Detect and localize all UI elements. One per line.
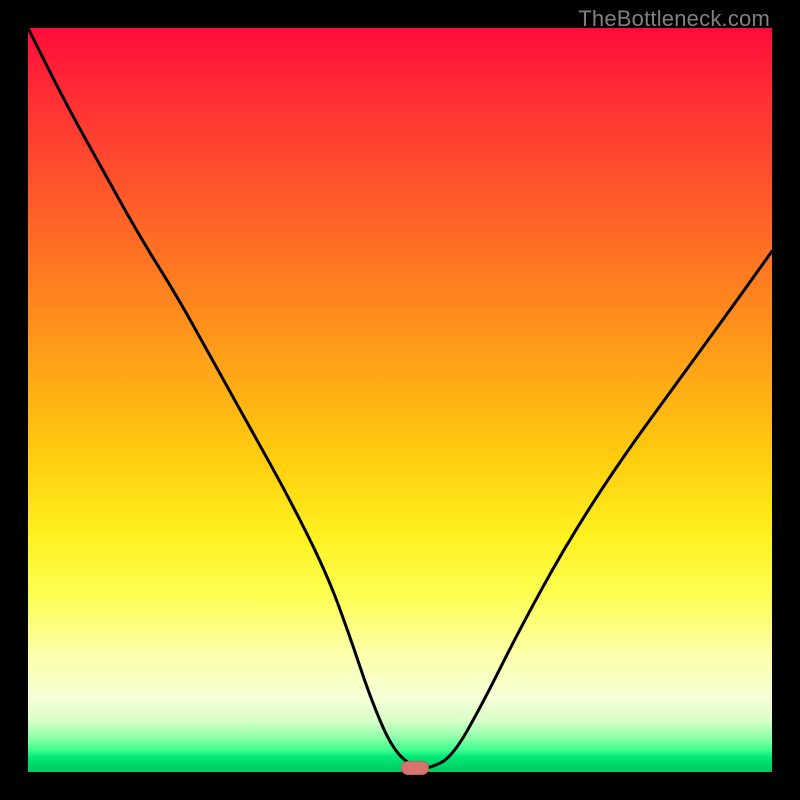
chart-frame: TheBottleneck.com xyxy=(0,0,800,800)
plot-area xyxy=(28,28,772,772)
optimal-marker xyxy=(401,761,429,775)
watermark-text: TheBottleneck.com xyxy=(578,6,770,32)
bottleneck-curve xyxy=(28,28,772,772)
